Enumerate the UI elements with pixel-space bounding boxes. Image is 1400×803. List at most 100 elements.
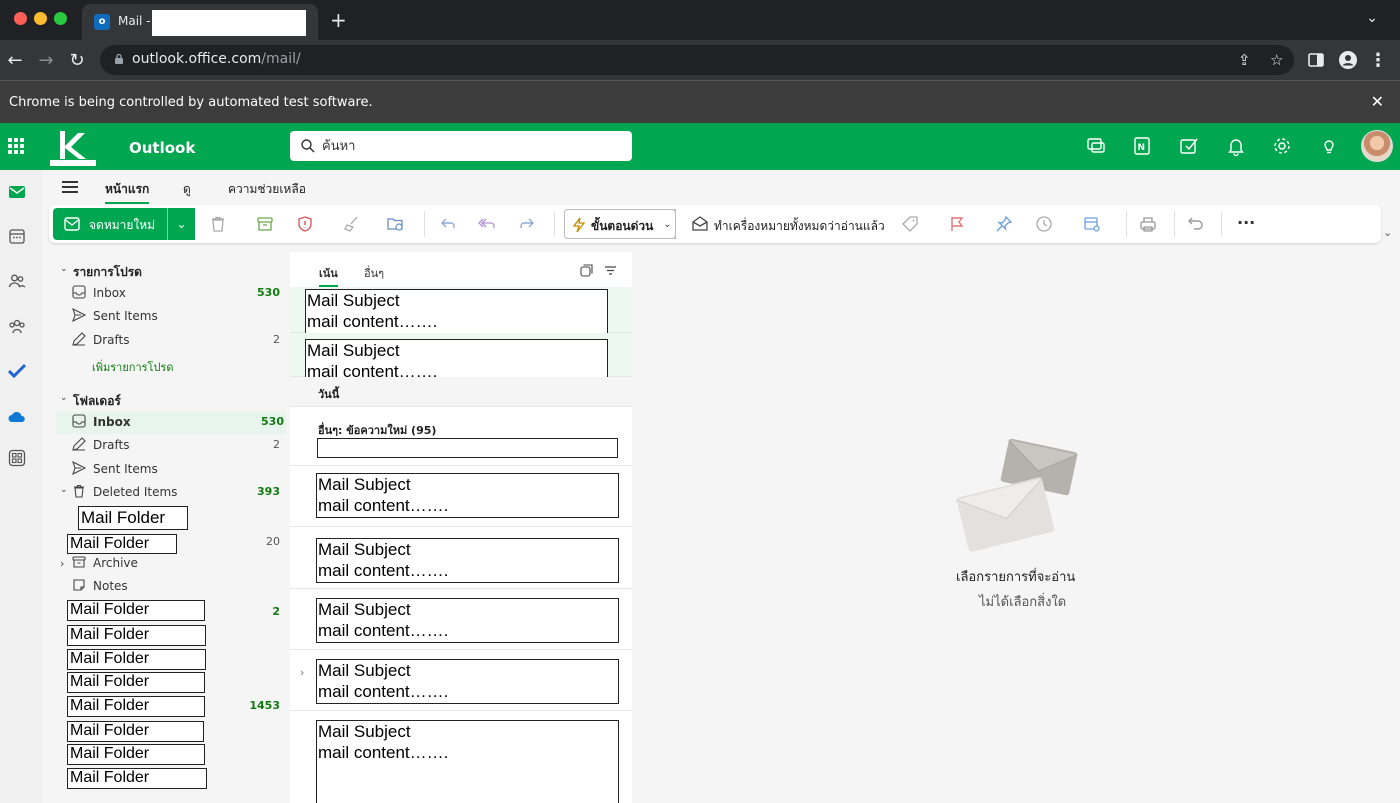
minimize-window-button[interactable] [34, 12, 47, 25]
user-avatar[interactable] [1361, 130, 1393, 162]
item-count: 2 [273, 438, 280, 451]
more-apps-icon[interactable] [8, 449, 26, 467]
maximize-window-button[interactable] [54, 12, 67, 25]
mail-icon[interactable] [8, 183, 26, 201]
select-mode-icon[interactable] [580, 264, 593, 277]
report-shield-icon[interactable] [296, 215, 314, 233]
masked-folder[interactable]: Mail Folder [67, 600, 205, 621]
masked-folder[interactable]: Mail Folder [67, 625, 206, 646]
archive-icon[interactable] [256, 215, 274, 233]
categorize-tag-icon[interactable] [901, 215, 919, 233]
browser-menu-icon[interactable]: ⋮ [1368, 50, 1388, 71]
favorite-inbox[interactable]: Inbox 530 [72, 283, 282, 305]
close-window-button[interactable] [14, 12, 27, 25]
print-icon[interactable] [1139, 215, 1157, 233]
settings-gear-icon[interactable] [1271, 135, 1293, 157]
app-launcher-icon[interactable] [8, 138, 24, 154]
masked-folder[interactable]: Mail Folder [67, 534, 177, 554]
onedrive-cloud-icon[interactable] [8, 408, 26, 426]
mark-read-envelope-icon[interactable] [691, 215, 709, 233]
ribbon-expand-chevron-icon[interactable]: ⌄ [1383, 226, 1392, 239]
navigation-toggle-icon[interactable] [62, 181, 78, 193]
reply-all-arrow-icon[interactable] [478, 215, 496, 233]
people-icon[interactable] [8, 272, 26, 290]
move-to-folder-icon[interactable] [386, 215, 404, 233]
tab-view[interactable]: ดู [183, 180, 191, 199]
reload-icon[interactable]: ↻ [67, 50, 87, 71]
folder-drafts[interactable]: Drafts 2 [72, 435, 282, 457]
tips-lightbulb-icon[interactable] [1318, 135, 1340, 157]
forward-arrow-icon[interactable] [518, 215, 536, 233]
masked-folder[interactable]: Mail Folder [78, 506, 188, 530]
search-input[interactable] [322, 136, 622, 156]
deleted-items-chevron-icon[interactable]: ⌄ [60, 485, 68, 495]
quick-steps-dropdown[interactable]: ⌄ [660, 209, 676, 239]
masked-folder[interactable]: Mail Folder [67, 744, 205, 765]
groups-icon[interactable] [8, 317, 26, 335]
archive-icon [72, 556, 86, 568]
pin-icon[interactable] [995, 215, 1013, 233]
snooze-clock-icon[interactable] [1035, 215, 1053, 233]
side-panel-icon[interactable] [1308, 52, 1324, 68]
masked-folder[interactable]: Mail Folder [67, 768, 207, 789]
profile-icon[interactable] [1339, 51, 1357, 69]
delete-trash-icon[interactable] [209, 215, 227, 233]
favorites-collapse-chevron-icon[interactable]: ⌄ [60, 264, 68, 274]
bookmark-star-icon[interactable]: ☆ [1270, 51, 1283, 69]
tab-help[interactable]: ความช่วยเหลือ [228, 180, 306, 199]
forward-arrow-icon[interactable]: → [36, 50, 56, 71]
favorite-sent-items[interactable]: Sent Items [72, 306, 282, 328]
onenote-icon[interactable]: N [1131, 135, 1153, 157]
masked-folder[interactable]: Mail Folder [67, 649, 206, 670]
list-item[interactable]: Mail Subject mail content……. [290, 711, 632, 803]
sweep-broom-icon[interactable] [343, 215, 361, 233]
list-item[interactable]: Mail Subject mail content……. [290, 333, 632, 384]
search-box[interactable] [290, 131, 632, 161]
new-tab-button[interactable]: + [330, 8, 347, 32]
list-item[interactable]: Mail Subject mail content……. [290, 466, 632, 527]
masked-folder[interactable]: Mail Folder [67, 696, 205, 717]
more-options-button[interactable]: ··· [1237, 213, 1255, 232]
folders-header[interactable]: โฟลเดอร์ [73, 392, 121, 411]
folder-inbox[interactable]: Inbox 530 [56, 412, 286, 434]
rules-icon[interactable] [1083, 215, 1101, 233]
expand-thread-chevron-icon[interactable]: › [300, 666, 304, 679]
favorite-drafts[interactable]: Drafts 2 [72, 330, 282, 352]
address-bar[interactable]: outlook.office.com/mail/ ⇪ ☆ [100, 45, 1294, 75]
list-item[interactable]: Mail Subject mail content……. [290, 589, 632, 650]
tab-focused[interactable]: เน้น [319, 264, 338, 287]
todo-check-icon[interactable] [8, 362, 26, 380]
tab-search-chevron-icon[interactable]: ⌄ [1366, 10, 1378, 26]
share-icon[interactable]: ⇪ [1238, 51, 1251, 69]
folder-deleted-items[interactable]: Deleted Items 393 [72, 482, 282, 504]
filter-icon[interactable] [604, 264, 617, 277]
tab-other[interactable]: อื่นๆ [364, 264, 384, 282]
favorites-header[interactable]: รายการโปรด [73, 263, 142, 282]
reply-arrow-icon[interactable] [439, 215, 457, 233]
mark-all-read-button[interactable]: ทำเครื่องหมายทั้งหมดว่าอ่านแล้ว [714, 217, 885, 236]
folder-archive[interactable]: Archive [72, 553, 282, 575]
flag-icon[interactable] [948, 215, 966, 233]
folder-notes[interactable]: Notes [72, 576, 282, 598]
other-inbox-summary[interactable]: อื่นๆ: ข้อความใหม่ (95) [290, 407, 632, 466]
notifications-bell-icon[interactable] [1225, 135, 1247, 157]
list-item[interactable]: › Mail Subject mail content……. [290, 650, 632, 711]
my-day-icon[interactable] [1178, 135, 1200, 157]
close-banner-icon[interactable]: ✕ [1371, 92, 1384, 111]
tab-home[interactable]: หน้าแรก [105, 180, 150, 204]
app-title[interactable]: Outlook [129, 139, 195, 157]
browser-tab-outlook[interactable]: o Mail - [82, 4, 318, 40]
folder-sent-items[interactable]: Sent Items [72, 459, 282, 481]
back-arrow-icon[interactable]: ← [5, 50, 25, 71]
list-item[interactable]: Mail Subject mail content……. [290, 527, 632, 589]
folders-collapse-chevron-icon[interactable]: ⌄ [60, 393, 68, 403]
archive-expand-chevron-icon[interactable]: › [60, 557, 64, 570]
masked-folder[interactable]: Mail Folder [67, 672, 205, 693]
new-mail-dropdown-button[interactable]: ⌄ [167, 208, 195, 240]
add-favorite-link[interactable]: เพิ่มรายการโปรด [92, 358, 173, 376]
undo-icon[interactable] [1187, 215, 1205, 233]
calendar-icon[interactable] [8, 227, 26, 245]
list-item[interactable]: Mail Subject mail content……. [290, 287, 632, 334]
teams-chat-icon[interactable] [1085, 135, 1107, 157]
masked-folder[interactable]: Mail Folder [67, 721, 204, 742]
